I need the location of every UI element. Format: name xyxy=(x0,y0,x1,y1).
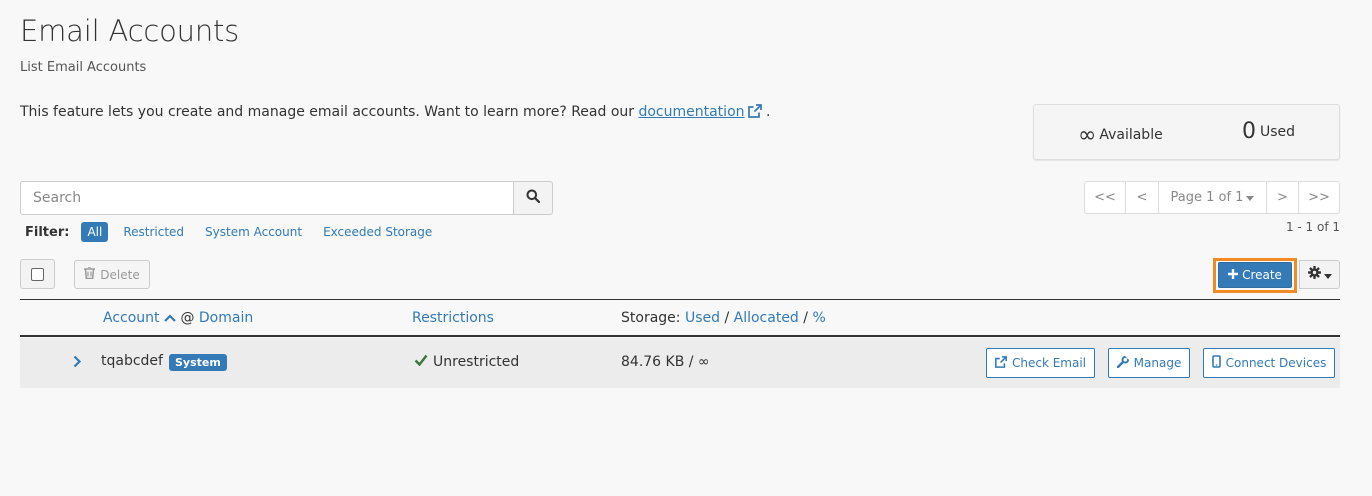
sort-restrictions-link[interactable]: Restrictions xyxy=(412,310,494,326)
settings-dropdown-button[interactable] xyxy=(1299,260,1340,289)
check-email-button[interactable]: Check Email xyxy=(986,348,1095,378)
filter-label: Filter: xyxy=(25,224,70,240)
available-stat: ∞ Available xyxy=(1078,123,1163,148)
search-bar xyxy=(20,181,553,215)
connect-devices-button[interactable]: Connect Devices xyxy=(1203,348,1335,378)
prev-page-button[interactable]: < xyxy=(1125,181,1159,214)
filter-bar: Filter: All Restricted System Account Ex… xyxy=(25,222,447,242)
page-title: Email Accounts xyxy=(20,14,240,48)
manage-button[interactable]: Manage xyxy=(1108,348,1190,378)
page-select-dropdown[interactable]: Page 1 of 1 xyxy=(1158,181,1267,214)
check-icon xyxy=(414,354,428,370)
account-stats-panel: ∞ Available 0 Used xyxy=(1033,104,1340,160)
delete-button[interactable]: Delete xyxy=(74,260,150,289)
restrictions-status: Unrestricted xyxy=(414,354,519,370)
mobile-device-icon xyxy=(1211,355,1221,371)
select-all-checkbox[interactable] xyxy=(20,259,55,289)
last-page-button[interactable]: >> xyxy=(1298,181,1340,214)
search-button[interactable] xyxy=(513,181,553,215)
table-row: tqabcdef System Unrestricted 84.76 KB / … xyxy=(20,338,1340,388)
caret-down-icon xyxy=(1323,267,1332,283)
storage-header: Storage: Used / Allocated / % xyxy=(621,310,826,326)
page-subtitle: List Email Accounts xyxy=(20,60,147,75)
wrench-icon xyxy=(1116,354,1130,371)
page-count: 1 - 1 of 1 xyxy=(1285,220,1340,234)
storage-value: 84.76 KB / ∞ xyxy=(621,354,710,370)
external-link-icon xyxy=(747,104,762,122)
plus-icon xyxy=(1228,268,1239,282)
first-page-button[interactable]: << xyxy=(1084,181,1126,214)
search-icon xyxy=(526,189,541,207)
filter-exceeded-storage[interactable]: Exceeded Storage xyxy=(317,222,438,242)
trash-icon xyxy=(84,266,96,282)
sort-used-link[interactable]: Used xyxy=(685,310,720,326)
sort-ascending-icon xyxy=(164,310,176,326)
filter-system-account[interactable]: System Account xyxy=(199,222,308,242)
intro-text: This feature lets you create and manage … xyxy=(20,104,771,122)
caret-down-icon xyxy=(1246,190,1255,205)
filter-restricted[interactable]: Restricted xyxy=(117,222,190,242)
used-stat: 0 Used xyxy=(1241,119,1295,144)
sort-percent-link[interactable]: % xyxy=(812,310,825,326)
table-header: Account @ Domain Restrictions Storage: U… xyxy=(20,299,1340,337)
infinity-icon: ∞ xyxy=(1078,123,1097,148)
create-button[interactable]: Create xyxy=(1218,262,1292,288)
search-input[interactable] xyxy=(20,181,513,215)
documentation-link[interactable]: documentation xyxy=(638,104,744,120)
pagination: << < Page 1 of 1 > >> xyxy=(1084,181,1340,214)
account-domain-header: Account @ Domain xyxy=(103,310,254,326)
sort-domain-link[interactable]: Domain xyxy=(199,310,253,326)
system-badge: System xyxy=(169,354,227,371)
account-name: tqabcdef xyxy=(101,353,163,369)
external-link-icon xyxy=(995,355,1007,371)
expand-row-chevron-icon[interactable] xyxy=(73,355,82,372)
sort-allocated-link[interactable]: Allocated xyxy=(734,310,799,326)
sort-account-link[interactable]: Account xyxy=(103,310,160,326)
next-page-button[interactable]: > xyxy=(1266,181,1299,214)
gear-icon xyxy=(1307,266,1321,283)
filter-all[interactable]: All xyxy=(81,222,109,242)
